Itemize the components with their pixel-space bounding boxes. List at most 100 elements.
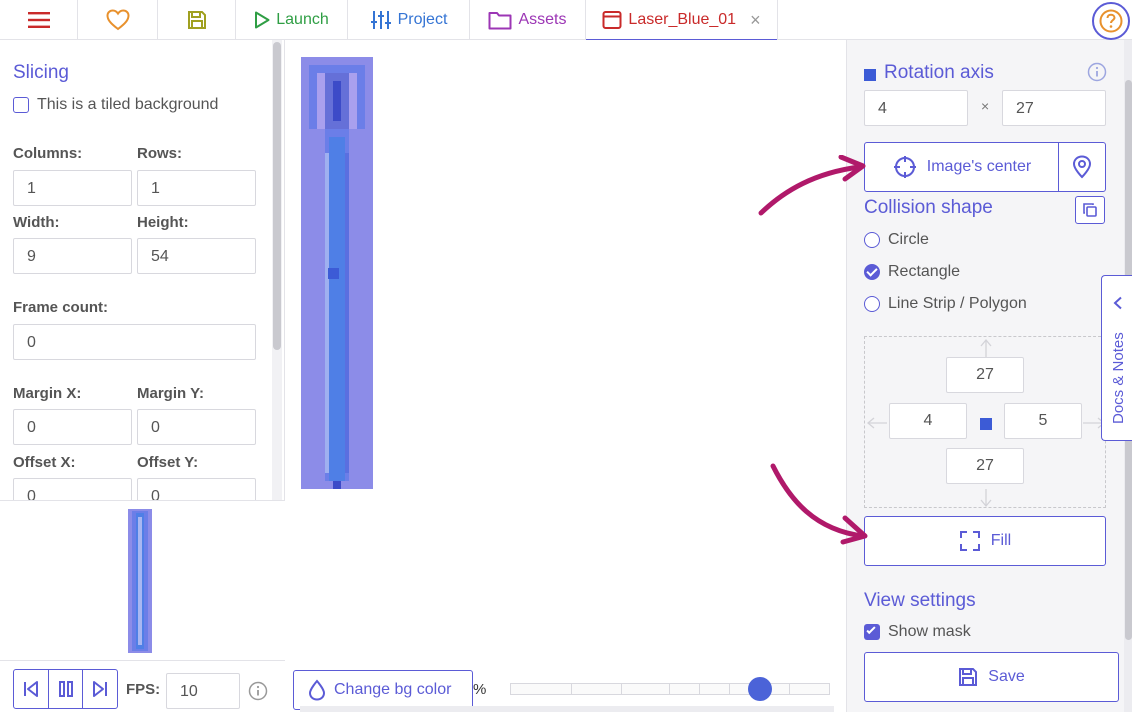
help-icon	[1099, 9, 1123, 33]
columns-input[interactable]: 1	[13, 170, 132, 206]
zoom-percent-label: %	[473, 681, 487, 698]
show-mask-option[interactable]: Show mask	[864, 623, 971, 641]
floppy-disk-icon	[959, 668, 978, 686]
sliders-icon	[370, 11, 391, 29]
next-frame-button[interactable]	[83, 670, 117, 708]
assets-label: Assets	[518, 11, 567, 28]
height-label: Height:	[137, 214, 189, 231]
fill-button[interactable]: Fill	[864, 516, 1106, 566]
slicing-title: Slicing	[13, 62, 69, 83]
fps-input[interactable]: 10	[166, 673, 240, 709]
tiled-background-option[interactable]: This is a tiled background	[13, 96, 218, 114]
axis-separator: ×	[981, 98, 990, 114]
slicing-settings: Slicing This is a tiled background Colum…	[0, 40, 270, 500]
fill-label: Fill	[990, 532, 1012, 549]
rows-input[interactable]: 1	[137, 170, 256, 206]
play-icon	[255, 11, 270, 29]
view-settings-title: View settings	[864, 590, 976, 611]
texture-icon	[602, 11, 622, 29]
save-project-button[interactable]	[158, 0, 236, 40]
show-mask-label: Show mask	[888, 623, 971, 640]
droplet-icon	[308, 679, 326, 701]
copy-icon	[1083, 203, 1097, 217]
shape-rectangle-radio[interactable]	[864, 264, 880, 280]
zoom-slider-thumb[interactable]	[747, 677, 772, 701]
previous-frame-button[interactable]	[14, 670, 49, 708]
image-center-label: Image's center	[926, 158, 1032, 175]
left-panel-scrollbar[interactable]	[272, 40, 282, 500]
launch-label: Launch	[276, 11, 329, 28]
copy-shape-button[interactable]	[1075, 196, 1105, 224]
rect-left-input[interactable]: 4	[889, 403, 967, 439]
height-input[interactable]: 54	[137, 238, 256, 274]
chevron-left-icon	[1113, 296, 1122, 310]
shape-option-rectangle[interactable]: Rectangle	[864, 263, 960, 281]
rotation-axis-info-icon[interactable]	[1087, 62, 1107, 82]
menu-button[interactable]	[0, 0, 78, 40]
pause-button[interactable]	[49, 670, 84, 708]
rotation-axis-marker[interactable]	[328, 268, 339, 279]
tiled-background-label: This is a tiled background	[37, 96, 219, 113]
sprite-canvas[interactable]: Change bg color %	[286, 40, 846, 712]
rect-bottom-input[interactable]: 27	[946, 448, 1024, 484]
favorites-button[interactable]	[78, 0, 158, 40]
close-tab-button[interactable]: ×	[750, 10, 761, 31]
shape-circle-radio[interactable]	[864, 232, 880, 248]
rect-right-input[interactable]: 5	[1004, 403, 1082, 439]
image-center-button[interactable]: Image's center	[864, 142, 1060, 192]
offset-y-label: Offset Y:	[137, 454, 199, 471]
zoom-slider[interactable]	[510, 683, 830, 695]
axis-x-input[interactable]: 4	[864, 90, 968, 126]
right-panel: Rotation axis 4 × 27 Image's center Coll…	[846, 40, 1132, 712]
frame-count-input[interactable]: 0	[13, 324, 256, 360]
offset-y-input[interactable]: 0	[137, 478, 256, 500]
shape-option-circle[interactable]: Circle	[864, 231, 929, 249]
tab-laser-blue-01[interactable]: Laser_Blue_01 ×	[586, 0, 778, 41]
width-label: Width:	[13, 214, 60, 231]
project-tab[interactable]: Project	[348, 0, 470, 40]
margin-x-label: Margin X:	[13, 385, 82, 402]
change-bg-color-button[interactable]: Change bg color	[293, 670, 473, 710]
show-mask-checkbox[interactable]	[864, 624, 880, 640]
margin-y-label: Margin Y:	[137, 385, 204, 402]
launch-button[interactable]: Launch	[236, 0, 348, 40]
shape-rectangle-label: Rectangle	[888, 263, 961, 280]
shape-circle-label: Circle	[888, 231, 929, 248]
save-button[interactable]: Save	[864, 652, 1119, 702]
expand-corners-icon	[959, 531, 980, 551]
left-panel-scroll-thumb[interactable]	[273, 42, 281, 350]
rect-top-input[interactable]: 27	[946, 357, 1024, 393]
docs-notes-label: Docs & Notes	[1110, 332, 1127, 424]
shape-polygon-radio[interactable]	[864, 296, 880, 312]
fps-info-icon[interactable]	[248, 681, 268, 701]
skip-forward-icon	[93, 681, 108, 697]
margin-x-input[interactable]: 0	[13, 409, 132, 445]
frame-count-label: Frame count:	[13, 299, 109, 316]
rows-label: Rows:	[137, 145, 182, 162]
playback-button-group	[13, 669, 118, 709]
canvas-horizontal-scrollbar[interactable]	[300, 706, 834, 712]
animation-preview	[0, 500, 285, 660]
margin-y-input[interactable]: 0	[137, 409, 256, 445]
crosshair-icon	[893, 156, 916, 178]
width-input[interactable]: 9	[13, 238, 132, 274]
preview-sprite-image	[128, 509, 152, 653]
tiled-background-checkbox[interactable]	[13, 97, 29, 113]
tab-label: Laser_Blue_01	[628, 11, 737, 28]
save-label: Save	[988, 668, 1025, 685]
offset-x-input[interactable]: 0	[13, 478, 132, 500]
hamburger-icon	[27, 12, 50, 28]
assets-tab[interactable]: Assets	[470, 0, 586, 40]
pick-point-button[interactable]	[1058, 142, 1106, 192]
bounds-center-marker	[980, 418, 992, 430]
shape-option-polygon[interactable]: Line Strip / Polygon	[864, 295, 1027, 313]
collision-shape-title: Collision shape	[864, 197, 993, 218]
rotation-axis-square-icon	[864, 69, 876, 81]
map-pin-icon	[1072, 155, 1092, 179]
change-bg-color-label: Change bg color	[334, 681, 452, 698]
axis-y-input[interactable]: 27	[1002, 90, 1106, 126]
docs-notes-tab[interactable]: Docs & Notes	[1101, 275, 1132, 441]
shape-polygon-label: Line Strip / Polygon	[888, 295, 1027, 312]
help-button[interactable]	[1092, 2, 1130, 40]
folder-icon	[488, 12, 512, 30]
